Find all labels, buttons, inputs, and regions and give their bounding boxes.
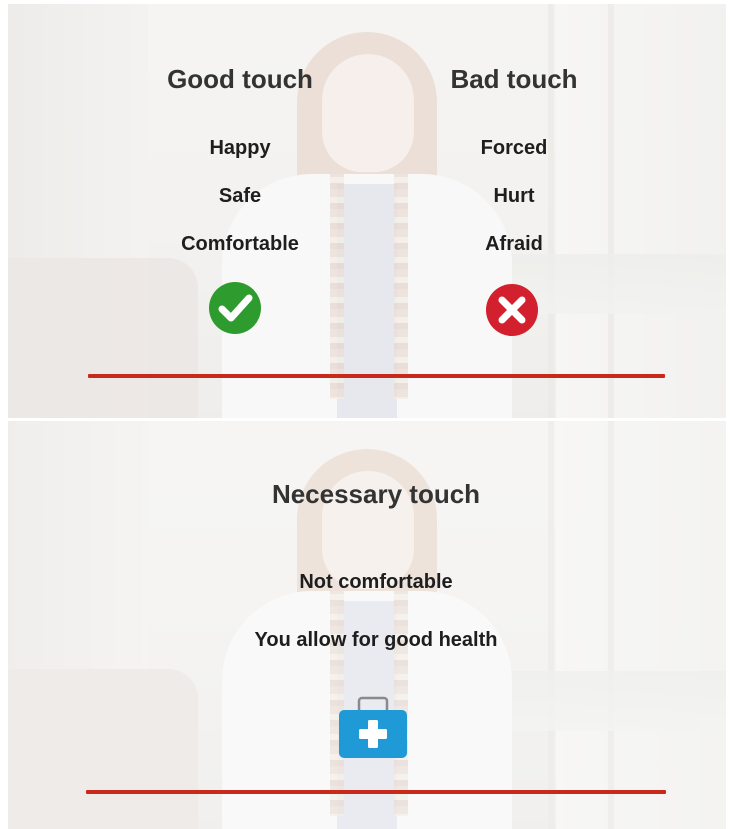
red-divider-line <box>86 790 666 794</box>
bad-touch-item: Hurt <box>493 185 535 207</box>
first-aid-kit-icon <box>337 696 409 765</box>
good-bad-touch-overlay: Good touch Bad touch Happy Safe Comforta… <box>8 4 726 418</box>
video-frame-necessary-touch: Necessary touch Not comfortable You allo… <box>8 421 726 829</box>
necessary-touch-item: Not comfortable <box>299 571 453 593</box>
x-circle-icon <box>485 283 539 337</box>
good-touch-item: Safe <box>218 185 262 207</box>
check-circle-icon <box>208 281 262 335</box>
necessary-touch-item: You allow for good health <box>254 629 498 651</box>
red-divider-line <box>88 374 665 378</box>
good-touch-item: Comfortable <box>181 233 299 255</box>
video-frame-good-bad-touch: Good touch Bad touch Happy Safe Comforta… <box>8 4 726 418</box>
bad-touch-item: Afraid <box>485 233 543 255</box>
good-touch-item: Happy <box>209 137 271 159</box>
necessary-touch-heading: Necessary touch <box>271 479 481 509</box>
necessary-touch-overlay: Necessary touch Not comfortable You allo… <box>8 421 726 829</box>
bad-touch-heading: Bad touch <box>450 64 578 94</box>
bad-touch-item: Forced <box>480 137 548 159</box>
good-touch-heading: Good touch <box>167 64 313 94</box>
